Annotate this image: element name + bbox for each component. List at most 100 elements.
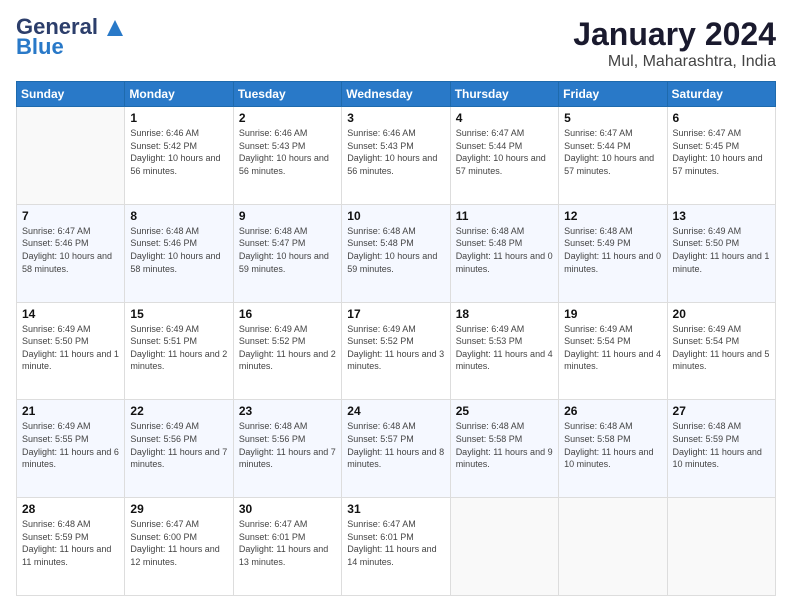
- day-info: Sunrise: 6:49 AMSunset: 5:54 PMDaylight:…: [564, 323, 661, 373]
- day-number: 20: [673, 307, 770, 321]
- day-of-week-header: Sunday: [17, 82, 125, 107]
- logo-blue: Blue: [16, 34, 64, 60]
- day-info: Sunrise: 6:47 AMSunset: 5:45 PMDaylight:…: [673, 127, 770, 177]
- calendar-cell: 8 Sunrise: 6:48 AMSunset: 5:46 PMDayligh…: [125, 204, 233, 302]
- day-number: 24: [347, 404, 444, 418]
- day-number: 4: [456, 111, 553, 125]
- day-info: Sunrise: 6:47 AMSunset: 5:44 PMDaylight:…: [564, 127, 661, 177]
- day-number: 1: [130, 111, 227, 125]
- calendar-cell: 12 Sunrise: 6:48 AMSunset: 5:49 PMDaylig…: [559, 204, 667, 302]
- day-number: 25: [456, 404, 553, 418]
- day-info: Sunrise: 6:48 AMSunset: 5:59 PMDaylight:…: [22, 518, 119, 568]
- day-info: Sunrise: 6:47 AMSunset: 6:00 PMDaylight:…: [130, 518, 227, 568]
- calendar-cell: 1 Sunrise: 6:46 AMSunset: 5:42 PMDayligh…: [125, 107, 233, 205]
- calendar-cell: 13 Sunrise: 6:49 AMSunset: 5:50 PMDaylig…: [667, 204, 775, 302]
- calendar-cell: 24 Sunrise: 6:48 AMSunset: 5:57 PMDaylig…: [342, 400, 450, 498]
- day-info: Sunrise: 6:47 AMSunset: 6:01 PMDaylight:…: [239, 518, 336, 568]
- calendar-week-row: 21 Sunrise: 6:49 AMSunset: 5:55 PMDaylig…: [17, 400, 776, 498]
- calendar-cell: 3 Sunrise: 6:46 AMSunset: 5:43 PMDayligh…: [342, 107, 450, 205]
- day-info: Sunrise: 6:48 AMSunset: 5:48 PMDaylight:…: [456, 225, 553, 275]
- day-info: Sunrise: 6:49 AMSunset: 5:51 PMDaylight:…: [130, 323, 227, 373]
- main-title: January 2024: [573, 16, 776, 53]
- calendar-cell: 30 Sunrise: 6:47 AMSunset: 6:01 PMDaylig…: [233, 498, 341, 596]
- day-info: Sunrise: 6:48 AMSunset: 5:56 PMDaylight:…: [239, 420, 336, 470]
- calendar-cell: 31 Sunrise: 6:47 AMSunset: 6:01 PMDaylig…: [342, 498, 450, 596]
- day-number: 16: [239, 307, 336, 321]
- day-number: 19: [564, 307, 661, 321]
- day-number: 7: [22, 209, 119, 223]
- calendar-cell: 7 Sunrise: 6:47 AMSunset: 5:46 PMDayligh…: [17, 204, 125, 302]
- day-number: 22: [130, 404, 227, 418]
- day-number: 5: [564, 111, 661, 125]
- calendar-cell: 25 Sunrise: 6:48 AMSunset: 5:58 PMDaylig…: [450, 400, 558, 498]
- header: General Blue January 2024 Mul, Maharasht…: [16, 16, 776, 71]
- day-info: Sunrise: 6:47 AMSunset: 5:44 PMDaylight:…: [456, 127, 553, 177]
- day-info: Sunrise: 6:49 AMSunset: 5:56 PMDaylight:…: [130, 420, 227, 470]
- day-info: Sunrise: 6:48 AMSunset: 5:49 PMDaylight:…: [564, 225, 661, 275]
- calendar-cell: 29 Sunrise: 6:47 AMSunset: 6:00 PMDaylig…: [125, 498, 233, 596]
- calendar-cell: [450, 498, 558, 596]
- calendar-cell: 19 Sunrise: 6:49 AMSunset: 5:54 PMDaylig…: [559, 302, 667, 400]
- calendar-cell: 11 Sunrise: 6:48 AMSunset: 5:48 PMDaylig…: [450, 204, 558, 302]
- calendar-cell: [667, 498, 775, 596]
- day-number: 8: [130, 209, 227, 223]
- day-number: 17: [347, 307, 444, 321]
- subtitle: Mul, Maharashtra, India: [573, 53, 776, 71]
- day-info: Sunrise: 6:47 AMSunset: 6:01 PMDaylight:…: [347, 518, 444, 568]
- calendar-cell: 9 Sunrise: 6:48 AMSunset: 5:47 PMDayligh…: [233, 204, 341, 302]
- calendar-cell: 20 Sunrise: 6:49 AMSunset: 5:54 PMDaylig…: [667, 302, 775, 400]
- day-info: Sunrise: 6:48 AMSunset: 5:59 PMDaylight:…: [673, 420, 770, 470]
- day-number: 30: [239, 502, 336, 516]
- day-info: Sunrise: 6:49 AMSunset: 5:55 PMDaylight:…: [22, 420, 119, 470]
- day-number: 2: [239, 111, 336, 125]
- day-info: Sunrise: 6:49 AMSunset: 5:50 PMDaylight:…: [22, 323, 119, 373]
- calendar-cell: 22 Sunrise: 6:49 AMSunset: 5:56 PMDaylig…: [125, 400, 233, 498]
- day-of-week-header: Wednesday: [342, 82, 450, 107]
- calendar-cell: 26 Sunrise: 6:48 AMSunset: 5:58 PMDaylig…: [559, 400, 667, 498]
- day-number: 13: [673, 209, 770, 223]
- day-of-week-header: Friday: [559, 82, 667, 107]
- calendar-week-row: 1 Sunrise: 6:46 AMSunset: 5:42 PMDayligh…: [17, 107, 776, 205]
- day-info: Sunrise: 6:49 AMSunset: 5:54 PMDaylight:…: [673, 323, 770, 373]
- day-info: Sunrise: 6:49 AMSunset: 5:50 PMDaylight:…: [673, 225, 770, 275]
- title-block: January 2024 Mul, Maharashtra, India: [573, 16, 776, 71]
- calendar-cell: 14 Sunrise: 6:49 AMSunset: 5:50 PMDaylig…: [17, 302, 125, 400]
- day-info: Sunrise: 6:48 AMSunset: 5:48 PMDaylight:…: [347, 225, 444, 275]
- day-number: 15: [130, 307, 227, 321]
- day-of-week-header: Tuesday: [233, 82, 341, 107]
- calendar-cell: 15 Sunrise: 6:49 AMSunset: 5:51 PMDaylig…: [125, 302, 233, 400]
- calendar-week-row: 14 Sunrise: 6:49 AMSunset: 5:50 PMDaylig…: [17, 302, 776, 400]
- day-of-week-header: Saturday: [667, 82, 775, 107]
- calendar-cell: [559, 498, 667, 596]
- calendar-cell: 23 Sunrise: 6:48 AMSunset: 5:56 PMDaylig…: [233, 400, 341, 498]
- logo: General Blue: [16, 16, 125, 60]
- day-number: 10: [347, 209, 444, 223]
- day-info: Sunrise: 6:49 AMSunset: 5:52 PMDaylight:…: [347, 323, 444, 373]
- day-number: 21: [22, 404, 119, 418]
- day-number: 18: [456, 307, 553, 321]
- day-info: Sunrise: 6:48 AMSunset: 5:57 PMDaylight:…: [347, 420, 444, 470]
- calendar-cell: 17 Sunrise: 6:49 AMSunset: 5:52 PMDaylig…: [342, 302, 450, 400]
- day-info: Sunrise: 6:46 AMSunset: 5:42 PMDaylight:…: [130, 127, 227, 177]
- day-number: 3: [347, 111, 444, 125]
- calendar-cell: 21 Sunrise: 6:49 AMSunset: 5:55 PMDaylig…: [17, 400, 125, 498]
- calendar-cell: 18 Sunrise: 6:49 AMSunset: 5:53 PMDaylig…: [450, 302, 558, 400]
- day-info: Sunrise: 6:48 AMSunset: 5:47 PMDaylight:…: [239, 225, 336, 275]
- calendar-cell: 4 Sunrise: 6:47 AMSunset: 5:44 PMDayligh…: [450, 107, 558, 205]
- day-info: Sunrise: 6:49 AMSunset: 5:52 PMDaylight:…: [239, 323, 336, 373]
- day-number: 23: [239, 404, 336, 418]
- day-number: 28: [22, 502, 119, 516]
- day-number: 27: [673, 404, 770, 418]
- day-info: Sunrise: 6:48 AMSunset: 5:58 PMDaylight:…: [564, 420, 661, 470]
- calendar-cell: 10 Sunrise: 6:48 AMSunset: 5:48 PMDaylig…: [342, 204, 450, 302]
- day-of-week-header: Monday: [125, 82, 233, 107]
- day-number: 26: [564, 404, 661, 418]
- calendar-cell: 28 Sunrise: 6:48 AMSunset: 5:59 PMDaylig…: [17, 498, 125, 596]
- calendar-cell: [17, 107, 125, 205]
- day-number: 6: [673, 111, 770, 125]
- calendar-cell: 6 Sunrise: 6:47 AMSunset: 5:45 PMDayligh…: [667, 107, 775, 205]
- calendar-week-row: 28 Sunrise: 6:48 AMSunset: 5:59 PMDaylig…: [17, 498, 776, 596]
- calendar-week-row: 7 Sunrise: 6:47 AMSunset: 5:46 PMDayligh…: [17, 204, 776, 302]
- calendar-table: SundayMondayTuesdayWednesdayThursdayFrid…: [16, 81, 776, 596]
- calendar-header-row: SundayMondayTuesdayWednesdayThursdayFrid…: [17, 82, 776, 107]
